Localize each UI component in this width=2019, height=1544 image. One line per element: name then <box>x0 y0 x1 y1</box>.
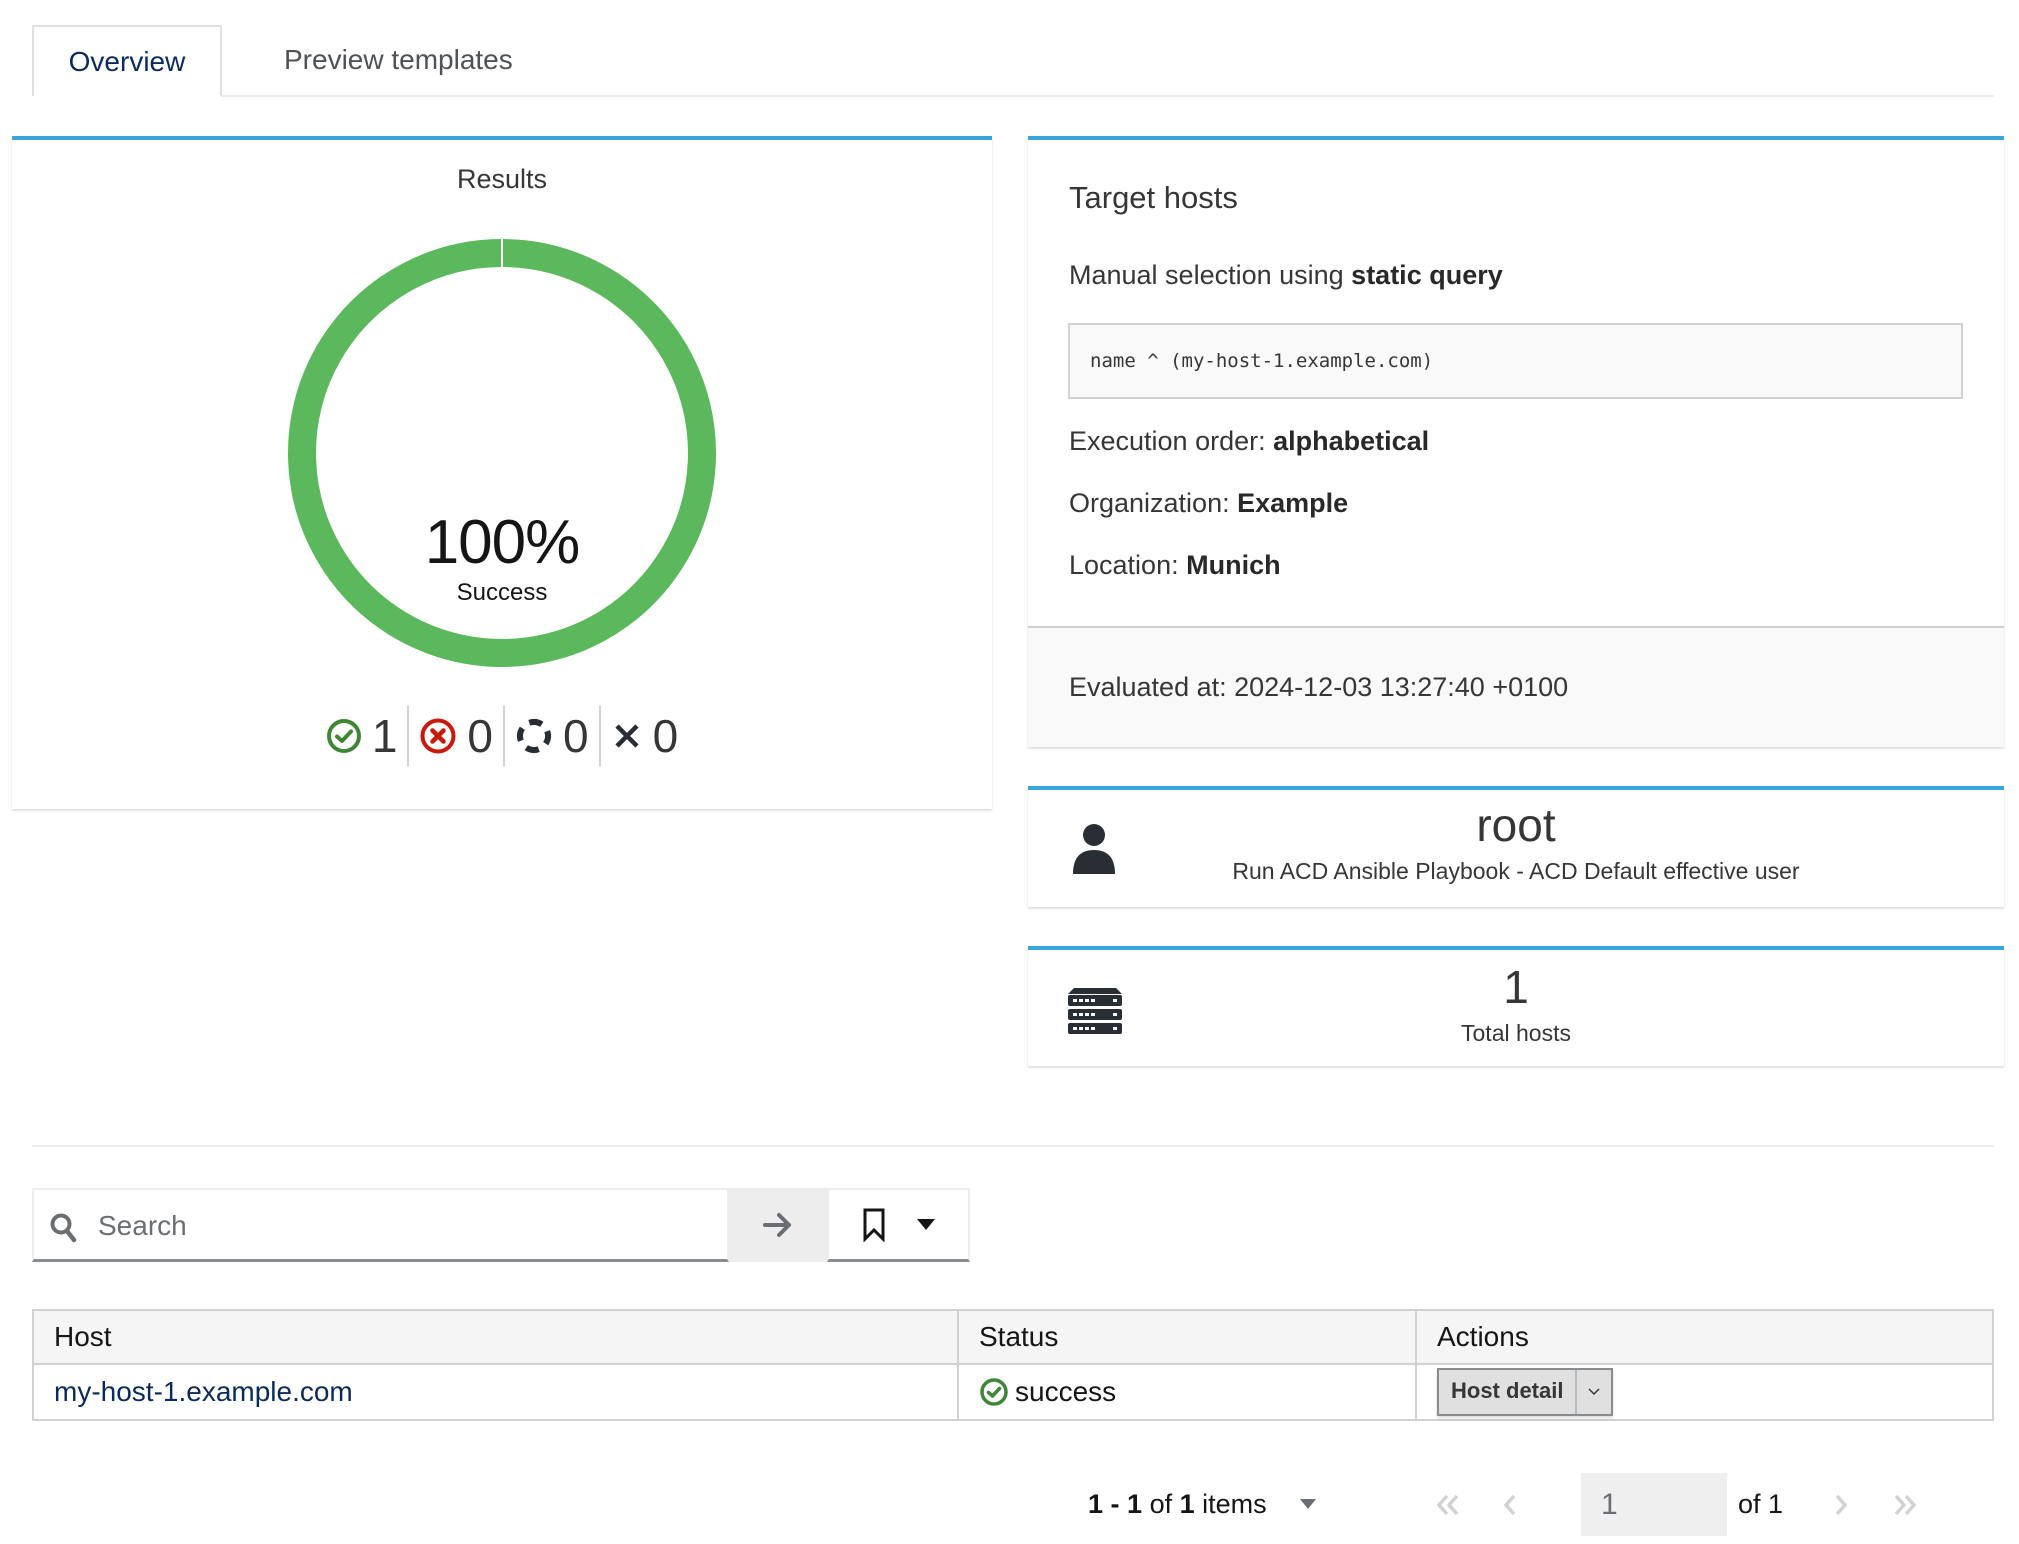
effective-user-description: Run ACD Ansible Playbook - ACD Default e… <box>1232 858 1800 884</box>
arrow-right-icon <box>763 1213 791 1237</box>
execution-order: Execution order: alphabetical <box>1069 426 1429 457</box>
search-submit-button[interactable] <box>729 1188 827 1262</box>
chevron-down-icon <box>1588 1388 1600 1396</box>
status-text: success <box>1015 1376 1117 1407</box>
status-counts: 1 0 0 0 <box>12 706 992 766</box>
status-count-pending[interactable]: 0 <box>503 706 599 766</box>
host-detail-button[interactable]: Host detail <box>1439 1370 1578 1414</box>
organization-value: Example <box>1237 488 1349 518</box>
tab-preview-templates[interactable]: Preview templates <box>254 25 574 95</box>
organization: Organization: Example <box>1069 488 1348 519</box>
location-value: Munich <box>1186 550 1281 580</box>
cancelled-count: 0 <box>652 710 679 762</box>
results-donut-chart: 100% Success <box>286 237 718 669</box>
status-cell: success <box>957 1363 1417 1421</box>
section-divider <box>32 1145 1994 1147</box>
column-header-status[interactable]: Status <box>957 1309 1417 1365</box>
error-circle-icon <box>420 718 456 754</box>
organization-label: Organization: <box>1069 488 1238 518</box>
actions-dropdown-toggle[interactable] <box>1577 1370 1611 1414</box>
angle-right-icon <box>1835 1494 1848 1515</box>
last-page-button[interactable] <box>1885 1473 1925 1536</box>
location-label: Location: <box>1069 550 1187 580</box>
results-card: Results 100% Success 1 0 0 0 <box>12 136 992 809</box>
tab-bar: Overview Preview templates <box>32 25 1994 97</box>
evaluated-at: Evaluated at: 2024-12-03 13:27:40 +0100 <box>1069 672 1569 702</box>
status-count-failed[interactable]: 0 <box>407 706 503 766</box>
range-end: 1 <box>1127 1489 1143 1519</box>
target-hosts-body: Target hosts Manual selection using stat… <box>1028 140 2004 626</box>
table-header-row: Host Status Actions <box>32 1309 1994 1365</box>
target-hosts-card: Target hosts Manual selection using stat… <box>1028 136 2004 747</box>
selection-method: Manual selection using static query <box>1069 260 1503 291</box>
current-page-input[interactable] <box>1581 1473 1727 1536</box>
search-query-box: name ^ (my-host-1.example.com) <box>1068 323 1963 399</box>
execution-order-value: alphabetical <box>1273 426 1430 456</box>
pagination: 1 - 1 of 1 items of 1 <box>1088 1473 1988 1536</box>
effective-user-card: root Run ACD Ansible Playbook - ACD Defa… <box>1028 786 2004 907</box>
angle-double-right-icon <box>1894 1494 1917 1515</box>
selection-method-label: Manual selection using <box>1069 260 1352 290</box>
bookmark-button[interactable] <box>827 1188 970 1262</box>
column-header-actions: Actions <box>1415 1309 1994 1365</box>
location: Location: Munich <box>1069 550 1281 581</box>
tab-overview[interactable]: Overview <box>32 25 222 97</box>
previous-page-button[interactable] <box>1490 1473 1530 1536</box>
times-icon <box>615 724 639 748</box>
pagination-items-count[interactable]: 1 - 1 of 1 items <box>1088 1473 1267 1536</box>
caret-down-icon <box>916 1218 935 1230</box>
hosts-table: Host Status Actions my-host-1.example.co… <box>32 1309 1994 1421</box>
actions-cell: Host detail <box>1415 1363 1994 1421</box>
table-row: my-host-1.example.com success Host detai… <box>32 1363 1994 1421</box>
donut-caption: Success <box>456 579 548 606</box>
search-field <box>32 1188 729 1262</box>
selection-method-value: static query <box>1351 260 1503 290</box>
total-pages: of 1 <box>1738 1489 1784 1519</box>
effective-user-name: root <box>1476 799 1556 851</box>
range-of: of <box>1142 1489 1180 1519</box>
check-circle-icon <box>326 719 361 753</box>
spinner-icon <box>517 719 551 753</box>
status-count-success[interactable]: 1 <box>316 706 408 766</box>
first-page-button[interactable] <box>1428 1473 1468 1536</box>
range-total: 1 <box>1179 1489 1195 1519</box>
search-icon <box>50 1213 77 1243</box>
total-hosts-card: 1 Total hosts <box>1028 946 2004 1066</box>
target-hosts-footer: Evaluated at: 2024-12-03 13:27:40 +0100 <box>1028 626 2004 747</box>
angle-left-icon <box>1503 1494 1516 1515</box>
angle-double-left-icon <box>1436 1494 1459 1515</box>
search-input[interactable] <box>96 1200 720 1252</box>
search-toolbar <box>32 1188 970 1262</box>
host-detail-split-button: Host detail <box>1437 1368 1614 1416</box>
host-link[interactable]: my-host-1.example.com <box>54 1376 353 1407</box>
range-start: 1 <box>1088 1489 1104 1519</box>
range-items: items <box>1194 1489 1267 1519</box>
total-hosts-count: 1 <box>1503 961 1529 1013</box>
success-count: 1 <box>371 710 398 762</box>
host-cell: my-host-1.example.com <box>32 1363 959 1421</box>
failed-count: 0 <box>467 710 493 762</box>
execution-order-label: Execution order: <box>1069 426 1274 456</box>
status-count-cancelled[interactable]: 0 <box>598 706 689 766</box>
bookmark-icon <box>863 1208 885 1242</box>
results-title: Results <box>456 164 548 194</box>
check-circle-icon <box>980 1378 1008 1406</box>
donut-percent: 100% <box>424 508 581 577</box>
next-page-button[interactable] <box>1821 1473 1861 1536</box>
target-hosts-title: Target hosts <box>1069 180 1238 215</box>
total-hosts-label: Total hosts <box>1461 1020 1571 1046</box>
range-sep: - <box>1103 1489 1128 1519</box>
per-page-caret-icon[interactable] <box>1300 1499 1316 1510</box>
column-header-host[interactable]: Host <box>32 1309 959 1365</box>
pending-count: 0 <box>563 710 589 762</box>
